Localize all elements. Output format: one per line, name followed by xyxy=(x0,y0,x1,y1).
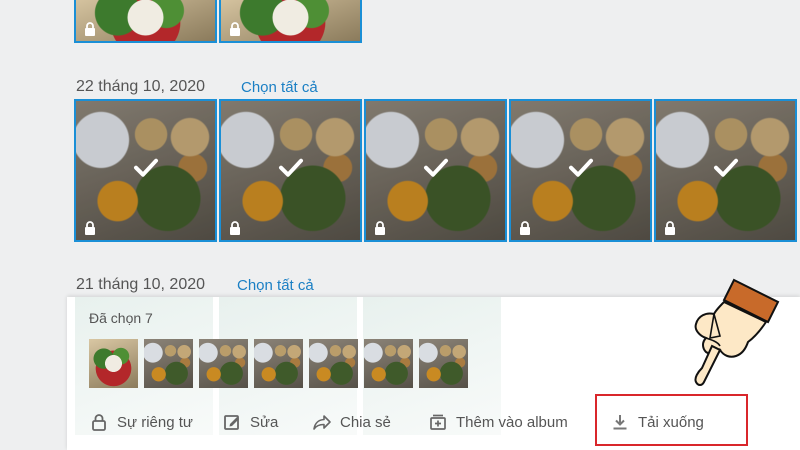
share-icon xyxy=(313,415,331,430)
group-date-label: 22 tháng 10, 2020 xyxy=(76,78,206,95)
photo-thumbnail[interactable] xyxy=(364,99,507,242)
checkmark-icon xyxy=(713,158,738,177)
add-to-album-button[interactable]: Thêm vào album xyxy=(428,412,568,432)
add-album-label: Thêm vào album xyxy=(456,413,568,431)
share-button[interactable]: Chia sẻ xyxy=(312,412,391,432)
selected-count-label: Đã chọn 7 xyxy=(89,310,153,326)
selected-thumbnail[interactable] xyxy=(144,339,193,388)
privacy-button[interactable]: Sự riêng tư xyxy=(89,412,193,432)
add-album-icon xyxy=(430,414,446,430)
selected-thumbnail[interactable] xyxy=(419,339,468,388)
photo-thumbnail[interactable] xyxy=(654,99,797,242)
edit-button[interactable]: Sửa xyxy=(222,412,278,432)
lock-icon xyxy=(375,221,385,235)
lock-icon xyxy=(230,22,240,36)
selected-thumbnail[interactable] xyxy=(254,339,303,388)
edit-label: Sửa xyxy=(250,413,279,431)
selected-thumbnail[interactable] xyxy=(89,339,138,388)
checkmark-icon xyxy=(423,158,448,177)
select-all-link[interactable]: Chọn tất cả xyxy=(237,277,314,294)
photo-thumbnail[interactable] xyxy=(219,0,362,43)
pointing-hand-icon xyxy=(694,278,780,386)
lock-icon xyxy=(230,221,240,235)
download-highlight-box xyxy=(595,394,748,446)
checkmark-icon xyxy=(133,158,158,177)
privacy-label: Sự riêng tư xyxy=(117,413,193,431)
photo-thumbnail[interactable] xyxy=(509,99,652,242)
photo-thumbnail[interactable] xyxy=(74,0,217,43)
select-all-link[interactable]: Chọn tất cả xyxy=(241,79,318,96)
lock-icon xyxy=(665,221,675,235)
share-label: Chia sẻ xyxy=(340,413,391,431)
group-date-label: 21 tháng 10, 2020 xyxy=(76,276,206,293)
lock-icon xyxy=(520,221,530,235)
selected-thumbnail[interactable] xyxy=(364,339,413,388)
photo-thumbnail[interactable] xyxy=(219,99,362,242)
lock-icon xyxy=(92,414,106,431)
checkmark-icon xyxy=(568,158,593,177)
edit-icon xyxy=(224,415,239,430)
selected-thumbnail[interactable] xyxy=(199,339,248,388)
lock-icon xyxy=(85,221,95,235)
lock-icon xyxy=(85,22,95,36)
selected-thumbnail[interactable] xyxy=(309,339,358,388)
checkmark-icon xyxy=(278,158,303,177)
photo-thumbnail[interactable] xyxy=(74,99,217,242)
